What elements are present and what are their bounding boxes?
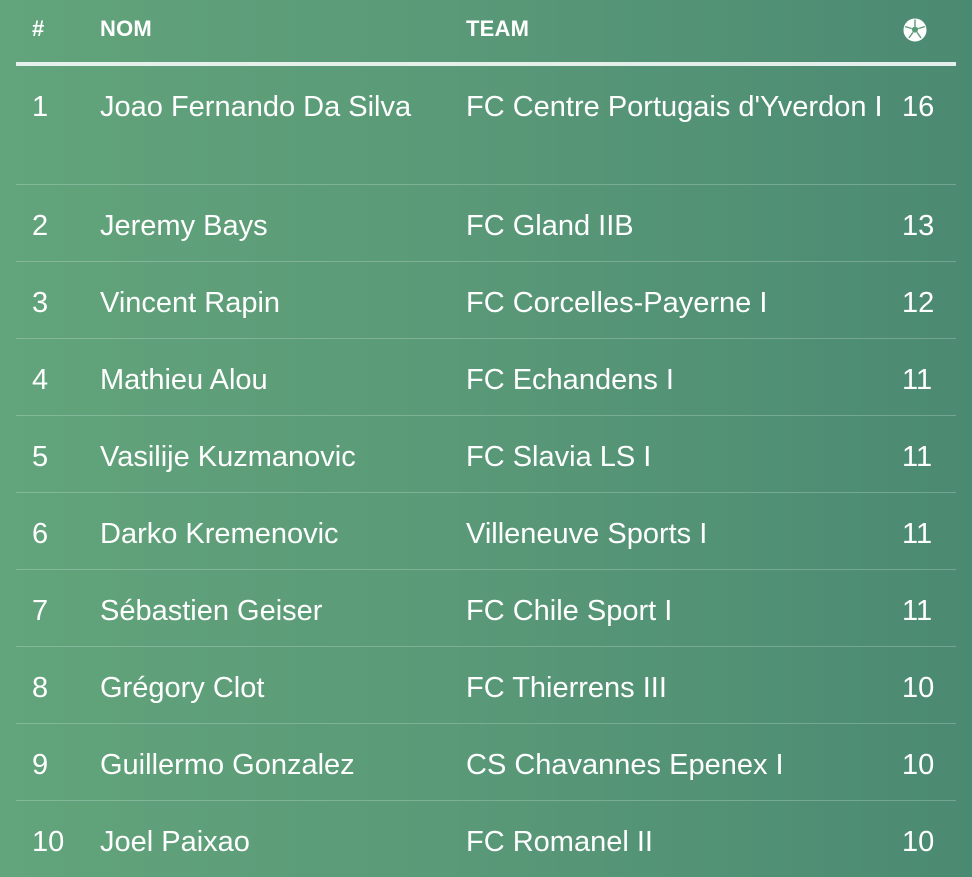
table-header: # NOM TEAM [16, 0, 956, 66]
row-goals: 11 [902, 364, 933, 396]
row-goals: 11 [902, 518, 933, 550]
soccer-ball-icon [903, 18, 927, 42]
row-rank: 8 [32, 672, 49, 704]
row-goals: 12 [902, 287, 935, 319]
row-player-name: Joao Fernando Da Silva [100, 91, 412, 123]
row-rank: 1 [32, 91, 49, 123]
table-row[interactable]: 1 Joao Fernando Da Silva FC Centre Portuga… [16, 66, 956, 185]
row-rank: 9 [32, 749, 49, 781]
table-row[interactable]: 5 Vasilije Kuzmanovic FC Slavia LS I 11 [16, 416, 956, 493]
table-body: 1 Joao Fernando Da Silva FC Centre Portuga… [16, 66, 956, 877]
table-row[interactable]: 9 Guillermo Gonzalez CS Chavannes Epenex I… [16, 724, 956, 801]
row-rank: 7 [32, 595, 49, 627]
row-rank: 10 [32, 826, 65, 858]
table-row[interactable]: 4 Mathieu Alou FC Echandens I 11 [16, 339, 956, 416]
row-rank: 3 [32, 287, 49, 319]
row-rank: 4 [32, 364, 49, 396]
row-goals: 10 [902, 826, 935, 858]
row-player-name: Grégory Clot [100, 672, 265, 704]
row-team-name: FC Romanel II [466, 826, 653, 858]
row-player-name: Vincent Rapin [100, 287, 281, 319]
row-team-name: FC Gland IIB [466, 210, 634, 242]
row-goals: 10 [902, 749, 935, 781]
row-team-name: FC Thierrens III [466, 672, 667, 704]
row-team-name: FC Centre Portugais d'Yverdon I [466, 91, 883, 123]
header-rank: # [32, 16, 45, 41]
row-team-name: CS Chavannes Epenex I [466, 749, 784, 781]
table-row[interactable]: 8 Grégory Clot FC Thierrens III 10 [16, 647, 956, 724]
table-row[interactable]: 7 Sébastien Geiser FC Chile Sport I 11 [16, 570, 956, 647]
row-team-name: FC Echandens I [466, 364, 674, 396]
scorers-table: # NOM TEAM 1 Joao Fernando Da Silva FC Cen… [16, 0, 956, 877]
header-team: TEAM [466, 16, 530, 41]
header-name: NOM [100, 16, 152, 41]
row-player-name: Guillermo Gonzalez [100, 749, 355, 781]
row-player-name: Joel Paixao [100, 826, 250, 858]
row-team-name: FC Chile Sport I [466, 595, 673, 627]
row-player-name: Jeremy Bays [100, 210, 268, 242]
row-team-name: Villeneuve Sports I [466, 518, 708, 550]
row-player-name: Mathieu Alou [100, 364, 268, 396]
row-goals: 10 [902, 672, 935, 704]
row-rank: 2 [32, 210, 49, 242]
table-row[interactable]: 10 Joel Paixao FC Romanel II 10 [16, 801, 956, 877]
row-goals: 11 [902, 441, 933, 473]
row-rank: 6 [32, 518, 49, 550]
row-player-name: Sébastien Geiser [100, 595, 323, 627]
row-team-name: FC Corcelles-Payerne I [466, 287, 768, 319]
row-goals: 11 [902, 595, 933, 627]
row-rank: 5 [32, 441, 49, 473]
row-team-name: FC Slavia LS I [466, 441, 652, 473]
row-player-name: Darko Kremenovic [100, 518, 339, 550]
row-goals: 16 [902, 91, 935, 123]
row-player-name: Vasilije Kuzmanovic [100, 441, 356, 473]
table-row[interactable]: 6 Darko Kremenovic Villeneuve Sports I 11 [16, 493, 956, 570]
table-row[interactable]: 2 Jeremy Bays FC Gland IIB 13 [16, 185, 956, 262]
table-row[interactable]: 3 Vincent Rapin FC Corcelles-Payerne I 12 [16, 262, 956, 339]
row-goals: 13 [902, 210, 935, 242]
